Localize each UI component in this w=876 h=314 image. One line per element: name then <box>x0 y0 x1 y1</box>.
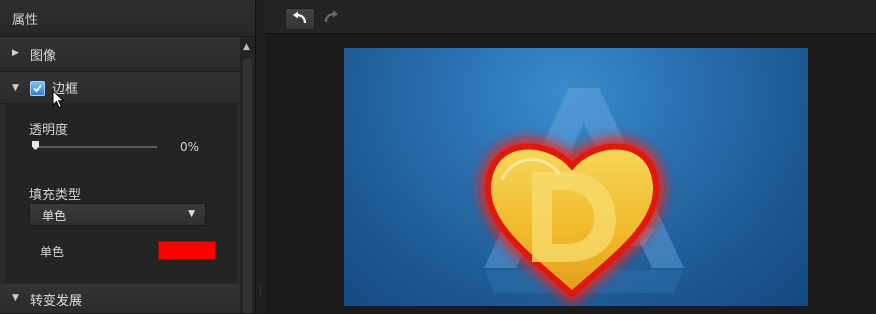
grip-icon: · · · · <box>259 281 262 300</box>
section-border[interactable]: ▼ 边框 <box>0 72 240 104</box>
opacity-slider[interactable] <box>35 146 157 148</box>
fill-type-select[interactable]: 单色 ▼ <box>29 203 206 226</box>
panel-title: 属性 <box>12 13 39 28</box>
section-transition[interactable]: ▼ 转变发展 <box>0 284 240 314</box>
mouse-cursor-icon <box>52 90 65 109</box>
undo-button[interactable] <box>285 8 315 30</box>
fill-type-label: 填充类型 <box>29 188 82 203</box>
solid-color-label: 单色 <box>40 245 65 259</box>
heart-logo-graphic <box>480 88 684 305</box>
preview-toolbar <box>265 0 876 34</box>
collapse-arrow-icon[interactable]: ▼ <box>12 293 19 303</box>
redo-button[interactable] <box>317 8 341 28</box>
section-image[interactable]: ▶ 图像 <box>0 37 240 72</box>
color-swatch[interactable] <box>158 241 216 260</box>
section-image-label: 图像 <box>30 49 57 64</box>
scrollbar-thumb[interactable] <box>243 59 252 313</box>
chevron-down-icon: ▼ <box>188 209 195 219</box>
section-transition-label: 转变发展 <box>30 294 83 309</box>
expand-arrow-icon[interactable]: ▶ <box>12 48 19 58</box>
properties-panel: 属性 ▶ 图像 ▼ 边框 透明度 0% 填充类型 单色 ▼ 单色 ▼ 转变发展 … <box>0 0 255 314</box>
undo-arrow-icon <box>293 11 307 24</box>
checkmark-icon <box>33 84 42 93</box>
panel-scrollbar[interactable]: ▲ <box>240 37 255 313</box>
redo-arrow-icon <box>324 10 338 23</box>
opacity-label: 透明度 <box>29 123 69 138</box>
border-checkbox[interactable] <box>30 81 45 96</box>
collapse-arrow-icon[interactable]: ▼ <box>12 83 19 93</box>
border-settings: 透明度 0% 填充类型 单色 ▼ 单色 <box>5 103 237 283</box>
scroll-up-arrow-icon[interactable]: ▲ <box>243 42 250 52</box>
panel-header: 属性 <box>0 0 255 37</box>
preview-image[interactable] <box>344 48 808 306</box>
opacity-slider-thumb[interactable] <box>32 141 39 150</box>
preview-area <box>265 34 876 313</box>
fill-type-selected-value: 单色 <box>42 209 67 223</box>
opacity-value: 0% <box>180 140 200 154</box>
